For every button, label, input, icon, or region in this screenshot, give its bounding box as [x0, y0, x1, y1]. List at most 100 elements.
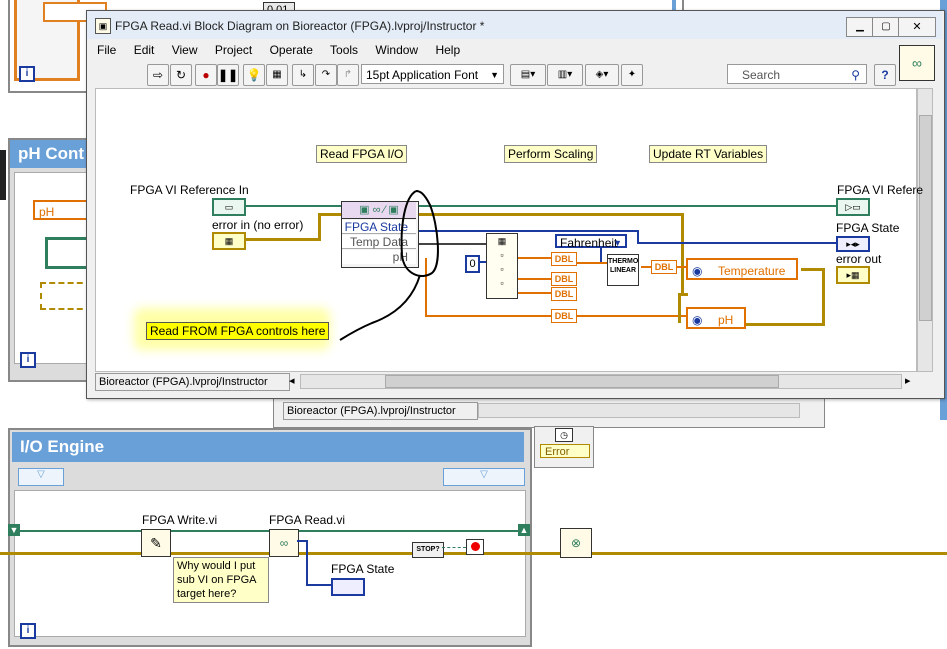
io-iteration-icon: i	[20, 623, 36, 639]
wire-temp-1	[517, 257, 551, 259]
distribute-objects-icon[interactable]: ▥▾	[547, 64, 583, 86]
error-cluster-label: Error	[540, 444, 590, 458]
index-array-function[interactable]: ▦ ▫ ▫ ▫	[486, 233, 518, 299]
ph-left-strip	[0, 150, 6, 200]
horizontal-scrollbar[interactable]	[300, 374, 902, 389]
run-arrow-icon[interactable]: ⇨	[147, 64, 169, 86]
fpga-read-subvi[interactable]: ∞	[269, 529, 299, 557]
menu-file[interactable]: File	[97, 43, 116, 57]
fpga-write-subvi[interactable]: ✎	[141, 529, 171, 557]
label-update-rt-variables: Update RT Variables	[649, 145, 768, 163]
dbl-convert-3: DBL	[551, 287, 577, 301]
fahrenheit-ring-constant[interactable]: Fahrenheit ▼	[555, 234, 627, 250]
timer-icon: ◷	[555, 428, 573, 442]
highlight-execution-icon[interactable]: 💡	[243, 64, 265, 86]
error-in-label: error in (no error)	[212, 218, 304, 232]
menu-operate[interactable]: Operate	[270, 43, 313, 57]
window-title: FPGA Read.vi Block Diagram on Bioreactor…	[115, 19, 485, 33]
wire-error-main	[413, 213, 683, 216]
temperature-label: Temperature	[718, 264, 786, 278]
font-select[interactable]: 15pt Application Font ▼	[361, 64, 504, 84]
wire-temp-2	[517, 278, 551, 280]
temperature-network-icon: ◉	[692, 264, 703, 278]
vertical-scroll-thumb[interactable]	[919, 115, 932, 321]
fpga-state-out-terminal[interactable]: ▸◂▸	[836, 236, 870, 252]
fpga-state-label: FPGA State	[331, 562, 395, 576]
pause-icon[interactable]: ❚❚	[217, 64, 239, 86]
menu-help[interactable]: Help	[435, 43, 460, 57]
vi-icon[interactable]: ∞	[899, 45, 935, 81]
io-engine-title: I/O Engine	[12, 432, 524, 462]
freehand-annotation	[339, 190, 439, 341]
fpga-ref-out-terminal[interactable]: ▷▭	[836, 198, 870, 216]
back-window-scrollbar[interactable]	[478, 403, 800, 418]
ph-node-1-label: pH	[39, 205, 55, 219]
io-left-tunnel: ▽	[18, 468, 64, 486]
fahrenheit-chevron-icon: ▼	[613, 238, 622, 248]
fpga-state-wire-h	[297, 540, 308, 542]
background-right-border	[672, 0, 676, 10]
minimize-button[interactable]: ▁	[846, 17, 874, 37]
chevron-down-icon: ▼	[490, 70, 499, 80]
wire-error-down	[681, 213, 684, 293]
search-field[interactable]: Search ⚲	[727, 64, 867, 84]
reorder-icon[interactable]: ◈▾	[585, 64, 619, 86]
wire-error-in-v	[318, 213, 321, 241]
error-in-terminal[interactable]: ▦	[212, 232, 246, 250]
error-out-terminal[interactable]: ▸▦	[836, 266, 870, 284]
fpga-ref-out-label: FPGA VI Refere	[837, 183, 924, 197]
stop-button[interactable]	[466, 539, 484, 555]
back-window-path: Bioreactor (FPGA).lvproj/Instructor	[283, 402, 478, 420]
step-over-icon[interactable]: ↷	[315, 64, 337, 86]
io-right-shift-register[interactable]: ▲	[518, 524, 530, 536]
ph-node-3	[40, 282, 92, 310]
vertical-scrollbar[interactable]	[917, 88, 933, 372]
ph-variable-label: pH	[718, 313, 734, 327]
step-out-icon[interactable]: ↱	[337, 64, 359, 86]
stop-wire	[442, 547, 466, 549]
retain-wire-values-icon[interactable]: ▦	[266, 64, 288, 86]
fpga-state-indicator	[331, 578, 365, 596]
temperature-shared-variable[interactable]: ◉ Temperature	[686, 258, 798, 280]
ph-network-icon: ◉	[692, 313, 703, 327]
io-left-shift-register[interactable]: ▼	[8, 524, 20, 536]
menu-edit[interactable]: Edit	[134, 43, 155, 57]
close-button[interactable]: ✕	[898, 17, 936, 37]
cleanup-diagram-icon[interactable]: ✦	[621, 64, 643, 86]
fpga-read-label: FPGA Read.vi	[269, 513, 346, 527]
ph-control-title: pH Cont	[10, 140, 86, 168]
step-into-icon[interactable]: ↳	[292, 64, 314, 86]
help-icon[interactable]: ?	[874, 64, 896, 86]
dbl-convert-1: DBL	[551, 252, 577, 266]
wire-fpga-state-h2	[637, 242, 837, 244]
run-continuously-icon[interactable]: ↻	[170, 64, 192, 86]
wire-error-out-v2	[822, 270, 825, 272]
note-read-from-fpga: Read FROM FPGA controls here	[146, 322, 330, 340]
stop-button-dot	[470, 542, 480, 551]
abort-icon[interactable]: ●	[195, 64, 217, 86]
maximize-button[interactable]: ▢	[872, 17, 900, 37]
menu-view[interactable]: View	[172, 43, 198, 57]
fpga-ref-in-terminal[interactable]: ▭	[212, 198, 246, 216]
menu-tools[interactable]: Tools	[330, 43, 358, 57]
scroll-right-arrow[interactable]: ▸	[905, 374, 911, 387]
window-app-icon: ▣	[95, 18, 111, 34]
constant-zero[interactable]: 0	[465, 255, 480, 273]
project-path: Bioreactor (FPGA).lvproj/Instructor	[95, 373, 290, 391]
fpga-state-wire-h2	[306, 584, 332, 586]
menu-window[interactable]: Window	[375, 43, 418, 57]
scroll-left-arrow[interactable]: ◂	[289, 374, 295, 387]
align-objects-icon[interactable]: ▤▾	[510, 64, 546, 86]
horizontal-scroll-thumb[interactable]	[385, 375, 779, 388]
menu-project[interactable]: Project	[215, 43, 252, 57]
wire-fpga-state	[418, 230, 638, 232]
ph-shared-variable[interactable]: ◉ pH	[686, 307, 746, 329]
wire-temp-to-thermo	[577, 262, 607, 264]
io-right-tunnel: ▽	[443, 468, 525, 486]
ph-loop-iteration-icon: i	[20, 352, 36, 368]
ph-error-frame	[678, 293, 681, 323]
wire-error-out-v	[822, 268, 825, 325]
thermistor-linear-subvi[interactable]: THERMO LINEAR	[607, 254, 639, 286]
search-icon[interactable]: ⚲	[851, 65, 860, 85]
wire-error-in-h1	[244, 238, 320, 241]
